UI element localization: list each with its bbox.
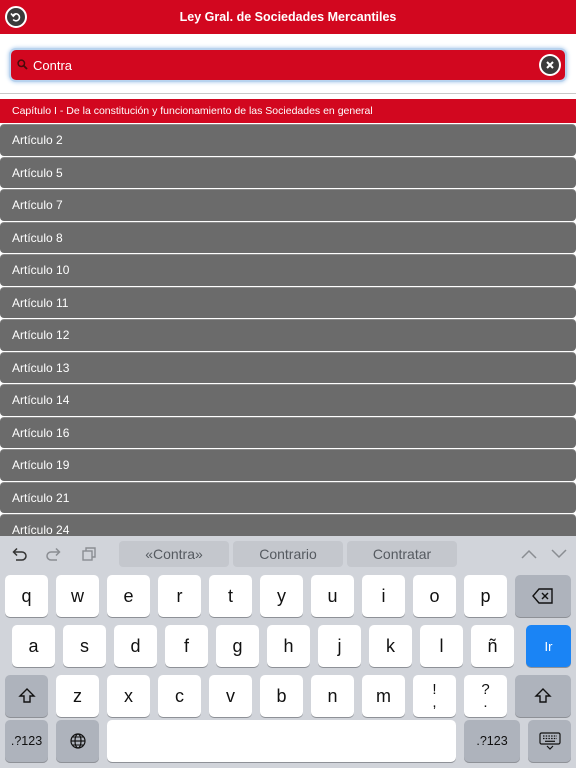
list-item[interactable]: Artículo 19 <box>0 449 576 481</box>
key-j[interactable]: j <box>318 625 361 667</box>
key-m[interactable]: m <box>362 675 405 717</box>
shift-icon <box>534 688 552 703</box>
suggestion-3[interactable]: Contratar <box>347 541 457 567</box>
list-item[interactable]: Artículo 13 <box>0 351 576 383</box>
list-item[interactable]: Artículo 24 <box>0 514 576 536</box>
space-key[interactable] <box>107 720 456 762</box>
key-y[interactable]: y <box>260 575 303 617</box>
hide-keyboard-key[interactable] <box>528 720 571 762</box>
key-enye[interactable]: ñ <box>471 625 514 667</box>
back-button[interactable] <box>5 6 27 28</box>
globe-icon <box>69 733 86 749</box>
key-s[interactable]: s <box>63 625 106 667</box>
key-b[interactable]: b <box>260 675 303 717</box>
keyboard-dismiss-icon <box>538 732 561 750</box>
list-item[interactable]: Artículo 8 <box>0 221 576 253</box>
list-item[interactable]: Artículo 5 <box>0 156 576 188</box>
key-f[interactable]: f <box>165 625 208 667</box>
numbers-key-right[interactable]: .?123 <box>464 720 520 762</box>
shift-key-right[interactable] <box>515 675 571 717</box>
backspace-icon <box>532 588 553 604</box>
page-title: Ley Gral. de Sociedades Mercantiles <box>179 10 397 24</box>
key-u[interactable]: u <box>311 575 354 617</box>
key-exclamation-comma[interactable]: ! , <box>413 675 456 717</box>
key-c[interactable]: c <box>158 675 201 717</box>
key-g[interactable]: g <box>216 625 259 667</box>
key-t[interactable]: t <box>209 575 252 617</box>
shift-icon <box>17 688 36 703</box>
chevron-down-icon[interactable] <box>549 544 569 564</box>
backspace-key[interactable] <box>515 575 571 617</box>
key-secondary-char: . <box>483 694 488 711</box>
app-header: Ley Gral. de Sociedades Mercantiles <box>0 0 576 34</box>
redo-icon[interactable] <box>44 544 64 564</box>
list-item[interactable]: Artículo 7 <box>0 189 576 221</box>
list-item[interactable]: Artículo 21 <box>0 481 576 513</box>
suggestion-1[interactable]: «Contra» <box>119 541 229 567</box>
list-item[interactable]: Artículo 11 <box>0 286 576 318</box>
key-q[interactable]: q <box>5 575 48 617</box>
key-h[interactable]: h <box>267 625 310 667</box>
search-icon <box>17 59 28 70</box>
key-p[interactable]: p <box>464 575 507 617</box>
list-item[interactable]: Artículo 14 <box>0 384 576 416</box>
list-item[interactable]: Artículo 2 <box>0 124 576 156</box>
key-r[interactable]: r <box>158 575 201 617</box>
list-item[interactable]: Artículo 12 <box>0 319 576 351</box>
key-z[interactable]: z <box>56 675 99 717</box>
search-bar <box>0 34 576 94</box>
paste-icon[interactable] <box>79 544 99 564</box>
key-o[interactable]: o <box>413 575 456 617</box>
search-field[interactable] <box>11 50 565 80</box>
key-l[interactable]: l <box>420 625 463 667</box>
numbers-key-left[interactable]: .?123 <box>5 720 48 762</box>
key-e[interactable]: e <box>107 575 150 617</box>
undo-icon[interactable] <box>9 544 29 564</box>
key-x[interactable]: x <box>107 675 150 717</box>
key-n[interactable]: n <box>311 675 354 717</box>
on-screen-keyboard: «Contra» Contrario Contratar q w e r t y… <box>0 536 576 768</box>
key-secondary-char: , <box>432 694 437 711</box>
key-i[interactable]: i <box>362 575 405 617</box>
key-question-period[interactable]: ? . <box>464 675 507 717</box>
back-arrow-icon <box>10 12 21 22</box>
results-list: Capítulo I - De la constitución y funcio… <box>0 99 576 536</box>
key-v[interactable]: v <box>209 675 252 717</box>
key-d[interactable]: d <box>114 625 157 667</box>
list-item[interactable]: Artículo 10 <box>0 254 576 286</box>
keyboard-shortcut-bar: «Contra» Contrario Contratar <box>0 536 576 572</box>
list-item[interactable]: Artículo 16 <box>0 416 576 448</box>
suggestion-2[interactable]: Contrario <box>233 541 343 567</box>
go-key[interactable]: Ir <box>526 625 571 667</box>
key-w[interactable]: w <box>56 575 99 617</box>
key-a[interactable]: a <box>12 625 55 667</box>
clear-search-button[interactable] <box>539 54 561 76</box>
close-icon <box>546 61 554 69</box>
chapter-header: Capítulo I - De la constitución y funcio… <box>0 99 576 123</box>
globe-key[interactable] <box>56 720 99 762</box>
shift-key-left[interactable] <box>5 675 48 717</box>
chevron-up-icon[interactable] <box>519 544 539 564</box>
key-k[interactable]: k <box>369 625 412 667</box>
search-input[interactable] <box>33 50 533 80</box>
